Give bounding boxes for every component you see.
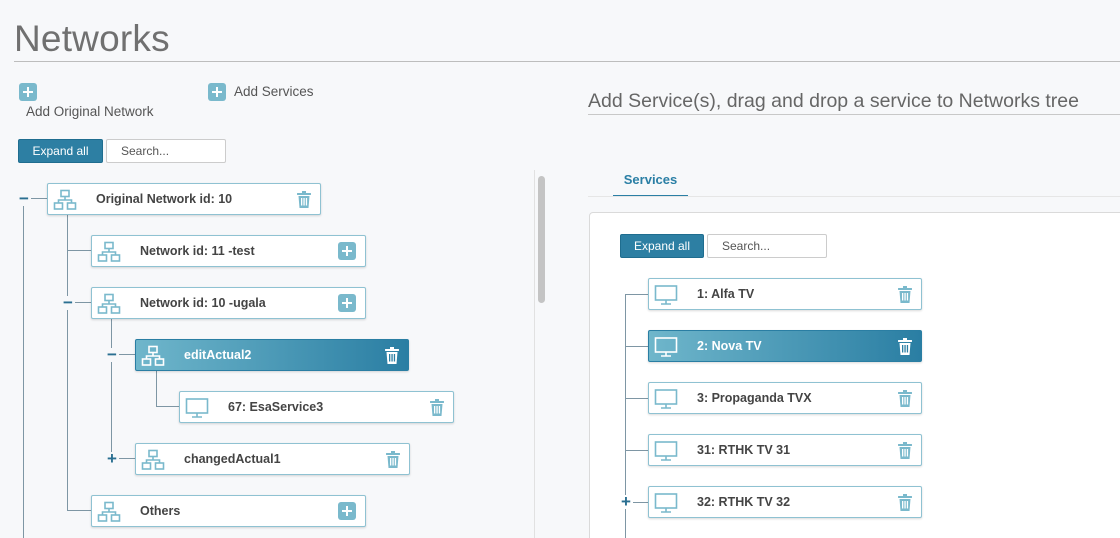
add-child-icon[interactable] bbox=[338, 242, 356, 260]
monitor-icon bbox=[654, 441, 678, 461]
tree-node-others[interactable]: Others bbox=[91, 495, 366, 527]
networks-expand-all-button[interactable]: Expand all bbox=[18, 139, 103, 163]
network-icon bbox=[97, 501, 121, 522]
expand-service-32-toggle[interactable]: + bbox=[619, 493, 633, 510]
add-services-icon[interactable] bbox=[208, 83, 226, 101]
monitor-icon bbox=[654, 285, 678, 305]
services-heading-divider bbox=[588, 114, 1120, 115]
expand-changed-actual-toggle[interactable]: + bbox=[105, 450, 119, 467]
add-child-icon[interactable] bbox=[338, 502, 356, 520]
service-label: 31: RTHK TV 31 bbox=[697, 443, 791, 457]
tree-node-original-network-10[interactable]: Original Network id: 10 bbox=[47, 183, 321, 215]
services-search-input[interactable] bbox=[707, 234, 827, 258]
trash-icon[interactable] bbox=[385, 347, 399, 364]
network-icon bbox=[97, 241, 121, 262]
services-expand-all-button[interactable]: Expand all bbox=[620, 234, 704, 258]
collapse-root-toggle[interactable]: − bbox=[17, 190, 31, 207]
monitor-icon bbox=[654, 389, 678, 409]
service-item-31[interactable]: 31: RTHK TV 31 bbox=[648, 434, 922, 466]
node-label: Original Network id: 10 bbox=[96, 192, 233, 206]
monitor-icon bbox=[654, 493, 678, 513]
node-label: editActual2 bbox=[184, 348, 252, 362]
service-item-3[interactable]: 3: Propaganda TVX bbox=[648, 382, 922, 414]
tab-services[interactable]: Services bbox=[613, 164, 688, 197]
service-label: 32: RTHK TV 32 bbox=[697, 495, 791, 509]
monitor-icon bbox=[654, 337, 678, 357]
trash-icon[interactable] bbox=[898, 494, 912, 511]
collapse-network-10-toggle[interactable]: − bbox=[61, 294, 75, 311]
trash-icon[interactable] bbox=[430, 399, 444, 416]
network-icon bbox=[53, 189, 77, 210]
service-label: 1: Alfa TV bbox=[697, 287, 755, 301]
service-label: 2: Nova TV bbox=[697, 339, 762, 353]
tree-node-network-11[interactable]: Network id: 11 -test bbox=[91, 235, 366, 267]
network-icon bbox=[141, 449, 165, 470]
service-label: 3: Propaganda TVX bbox=[697, 391, 812, 405]
networks-scrollbar[interactable] bbox=[538, 176, 545, 303]
tree-node-edit-actual-2[interactable]: editActual2 bbox=[135, 339, 409, 371]
trash-icon[interactable] bbox=[297, 191, 311, 208]
node-label: Network id: 11 -test bbox=[140, 244, 255, 258]
node-label: Others bbox=[140, 504, 181, 518]
title-divider bbox=[14, 61, 1120, 62]
add-child-icon[interactable] bbox=[338, 294, 356, 312]
collapse-edit-actual-toggle[interactable]: − bbox=[105, 346, 119, 363]
service-item-32[interactable]: 32: RTHK TV 32 bbox=[648, 486, 922, 518]
add-original-network-link[interactable]: Add Original Network bbox=[26, 104, 154, 119]
node-label: 67: EsaService3 bbox=[228, 400, 324, 414]
node-label: Network id: 10 -ugala bbox=[140, 296, 266, 310]
trash-icon[interactable] bbox=[386, 451, 400, 468]
tree-node-changed-actual-1[interactable]: changedActual1 bbox=[135, 443, 410, 475]
tree-node-service-67[interactable]: 67: EsaService3 bbox=[179, 391, 454, 423]
service-item-1[interactable]: 1: Alfa TV bbox=[648, 278, 922, 310]
services-heading: Add Service(s), drag and drop a service … bbox=[588, 90, 1079, 112]
trash-icon[interactable] bbox=[898, 390, 912, 407]
trash-icon[interactable] bbox=[898, 338, 912, 355]
tab-divider bbox=[588, 196, 1120, 197]
service-item-2[interactable]: 2: Nova TV bbox=[648, 330, 922, 362]
node-label: changedActual1 bbox=[184, 452, 281, 466]
add-services-link[interactable]: Add Services bbox=[234, 84, 314, 99]
add-original-network-icon[interactable] bbox=[19, 83, 37, 101]
page-title: Networks bbox=[14, 18, 170, 59]
network-icon bbox=[97, 293, 121, 314]
network-icon bbox=[141, 345, 165, 366]
monitor-icon bbox=[185, 398, 209, 418]
trash-icon[interactable] bbox=[898, 442, 912, 459]
tree-node-network-10[interactable]: Network id: 10 -ugala bbox=[91, 287, 366, 319]
networks-panel-border bbox=[534, 170, 535, 538]
networks-search-input[interactable] bbox=[106, 139, 226, 163]
trash-icon[interactable] bbox=[898, 286, 912, 303]
